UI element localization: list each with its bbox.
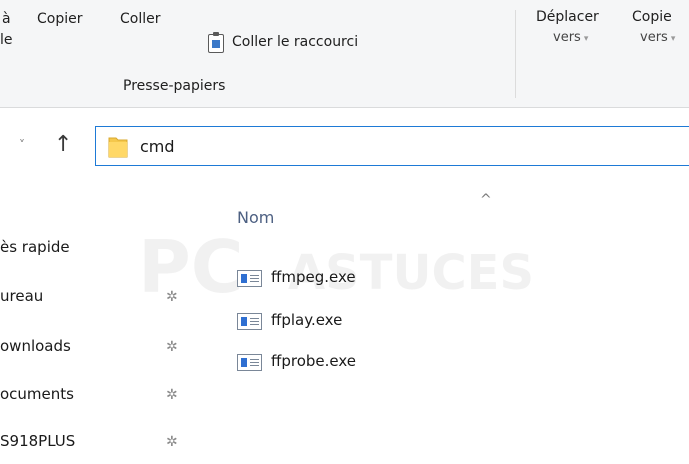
nav-item-quick-access[interactable]: ès rapide [0, 238, 198, 264]
address-row: ˅ ↑ cmd [0, 108, 689, 196]
pin-icon[interactable]: ✲ [166, 339, 178, 355]
file-name: ffprobe.exe [271, 352, 356, 370]
nav-item-desktop[interactable]: ureau ✲ [0, 287, 198, 313]
paste-button[interactable]: Coller [120, 11, 161, 27]
nav-item-label: ownloads [0, 337, 71, 355]
copy-to-label: Copie [632, 9, 672, 25]
nav-item-label: ès rapide [0, 238, 70, 256]
sort-ascending-icon: ^ [480, 192, 492, 208]
ribbon-separator [515, 10, 516, 98]
copy-button[interactable]: Copier [37, 11, 83, 27]
up-arrow-icon[interactable]: ↑ [54, 132, 72, 157]
nav-item-device[interactable]: S918PLUS ✲ [0, 432, 198, 458]
nav-item-documents[interactable]: ocuments ✲ [0, 385, 198, 411]
paste-shortcut-icon [208, 32, 224, 53]
navigation-pane: ès rapide ureau ✲ ownloads ✲ ocuments ✲ … [0, 196, 198, 464]
executable-icon [237, 313, 262, 330]
clipboard-group-label: Presse-papiers [123, 78, 226, 94]
pin-icon[interactable]: ✲ [166, 289, 178, 305]
move-to-button[interactable]: Déplacer vers ▾ [536, 9, 628, 59]
file-name: ffmpeg.exe [271, 268, 356, 286]
copy-to-button[interactable]: Copie vers ▾ [632, 9, 689, 59]
executable-icon [237, 270, 262, 287]
nav-item-label: S918PLUS [0, 432, 76, 450]
recent-locations-chevron-icon[interactable]: ˅ [19, 138, 25, 152]
file-row[interactable]: ffprobe.exe [237, 352, 417, 376]
copy-to-sub: vers [640, 30, 668, 45]
paste-shortcut-button[interactable]: Coller le raccourci [204, 30, 434, 56]
ribbon-left-fragment-top: à [2, 11, 11, 27]
address-path: cmd [140, 137, 175, 156]
ribbon-left-fragment-bottom: le [0, 32, 13, 48]
move-to-sub: vers [553, 30, 581, 45]
watermark-logo: PC ASTUCES [138, 205, 558, 325]
address-bar[interactable]: cmd [95, 126, 689, 166]
chevron-down-icon: ▾ [670, 34, 676, 44]
ribbon: à le Copier Coller Coller le raccourci P… [0, 0, 689, 108]
pin-icon[interactable]: ✲ [166, 387, 178, 403]
file-name: ffplay.exe [271, 311, 343, 329]
pin-icon[interactable]: ✲ [166, 434, 178, 450]
executable-icon [237, 354, 262, 371]
nav-item-downloads[interactable]: ownloads ✲ [0, 337, 198, 363]
column-header-name[interactable]: Nom [237, 208, 274, 227]
paste-shortcut-label: Coller le raccourci [232, 34, 359, 50]
move-to-label: Déplacer [536, 9, 599, 25]
chevron-down-icon: ▾ [583, 34, 589, 44]
file-row[interactable]: ffmpeg.exe [237, 268, 417, 292]
file-row[interactable]: ffplay.exe [237, 311, 417, 335]
folder-icon [108, 137, 128, 158]
nav-item-label: ureau [0, 287, 44, 305]
nav-item-label: ocuments [0, 385, 74, 403]
